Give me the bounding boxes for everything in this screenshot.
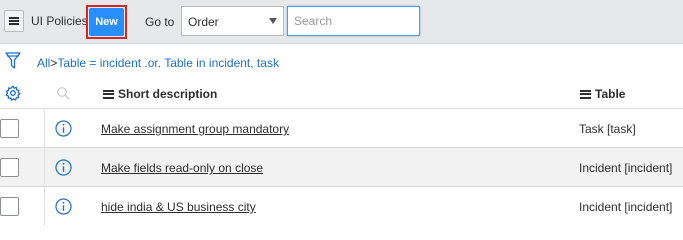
- hamburger-icon: [9, 17, 19, 25]
- goto-select-value: Order: [188, 15, 219, 29]
- column-menu-icon[interactable]: [580, 89, 591, 99]
- new-button[interactable]: New: [89, 8, 124, 36]
- row-divider: [44, 187, 45, 226]
- breadcrumb-all-link[interactable]: All: [37, 56, 50, 70]
- list-header: UI Policies New Go to Order: [0, 0, 683, 44]
- filter-breadcrumb-row: All>Table = incident .or. Table in incid…: [0, 44, 683, 78]
- row-table-value: Incident [incident]: [579, 200, 673, 214]
- info-icon[interactable]: [55, 120, 72, 137]
- row-short-description-link[interactable]: Make assignment group mandatory: [101, 122, 289, 136]
- gear-icon[interactable]: [5, 85, 21, 101]
- list-context-menu-button[interactable]: [4, 10, 24, 32]
- goto-label: Go to: [145, 15, 175, 29]
- column-header-short-description[interactable]: Short description: [103, 87, 217, 101]
- row-checkbox[interactable]: [0, 197, 19, 216]
- info-icon[interactable]: [55, 159, 72, 176]
- row-short-description-link[interactable]: hide india & US business city: [101, 200, 256, 214]
- search-input[interactable]: [287, 6, 420, 36]
- column-menu-icon[interactable]: [103, 89, 114, 99]
- row-short-description-link[interactable]: Make fields read-only on close: [101, 161, 263, 175]
- table-row: Make fields read-only on close Incident …: [0, 147, 683, 187]
- row-divider: [44, 148, 45, 187]
- list-title: UI Policies: [31, 14, 88, 28]
- caret-down-icon: [269, 18, 277, 24]
- funnel-icon[interactable]: [5, 52, 21, 70]
- table-row: hide india & US business city Incident […: [0, 186, 683, 226]
- breadcrumb-filter-link[interactable]: Table = incident .or. Table in incident,…: [57, 56, 279, 70]
- goto-field-select[interactable]: Order: [181, 6, 284, 36]
- row-checkbox[interactable]: [0, 158, 19, 177]
- column-header-row: Short description Table: [0, 78, 683, 108]
- row-table-value: Task [task]: [579, 122, 636, 136]
- search-icon[interactable]: [56, 86, 70, 100]
- column-header-short-description-label: Short description: [118, 87, 218, 101]
- table-row: Make assignment group mandatory Task [ta…: [0, 108, 683, 148]
- column-header-table-label: Table: [595, 87, 626, 101]
- row-table-value: Incident [incident]: [579, 161, 673, 175]
- column-header-table[interactable]: Table: [580, 87, 625, 101]
- row-divider: [44, 109, 45, 148]
- row-checkbox[interactable]: [0, 119, 19, 138]
- info-icon[interactable]: [55, 198, 72, 215]
- breadcrumb: All>Table = incident .or. Table in incid…: [37, 56, 279, 70]
